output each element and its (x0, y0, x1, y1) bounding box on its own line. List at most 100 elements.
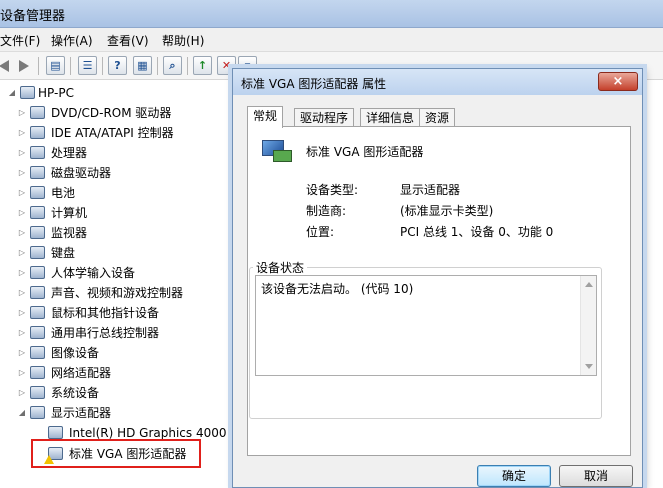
update-driver-button[interactable]: ↑ (193, 56, 212, 75)
menu-view[interactable]: 查看(V) (107, 32, 149, 49)
expand-icon[interactable]: ▷ (16, 123, 28, 143)
network-adapter-icon (30, 366, 45, 379)
processor-icon (30, 146, 45, 159)
tree-item-label: 电池 (51, 186, 76, 200)
disk-drive-icon (30, 166, 45, 179)
tree-item-label: IDE ATA/ATAPI 控制器 (51, 126, 174, 140)
tab-general[interactable]: 常规 (247, 106, 284, 128)
graphics-card (273, 150, 292, 162)
expand-icon[interactable]: ▷ (16, 343, 28, 363)
expand-icon[interactable]: ▷ (16, 203, 28, 223)
highlight-box (31, 439, 201, 468)
dvd-drive-icon (30, 106, 45, 119)
window-title: 设备管理器 (0, 9, 66, 24)
scan-hardware-icon: ⌕ (169, 59, 176, 72)
expand-icon[interactable]: ▷ (16, 283, 28, 303)
expand-icon[interactable]: ▷ (16, 303, 28, 323)
expand-icon[interactable]: ▷ (16, 103, 28, 123)
tree-item-label: 鼠标和其他指针设备 (51, 306, 160, 320)
device-status-caption: 设备状态 (253, 259, 308, 276)
tab-details[interactable]: 详细信息 (360, 108, 421, 127)
tree-item-label: 图像设备 (51, 346, 100, 360)
console-tree-icon: ▤ (50, 59, 61, 72)
display-adapter-icon (48, 426, 63, 439)
view-icon: ▦ (137, 59, 148, 72)
help-button[interactable]: ? (108, 56, 127, 75)
tree-item-label: 人体学输入设备 (51, 266, 136, 280)
menu-bar: 文件(F) 操作(A) 查看(V) 帮助(H) (0, 28, 663, 52)
scan-hardware-button[interactable]: ⌕ (163, 56, 182, 75)
location-value: PCI 总线 1、设备 0、功能 0 (400, 225, 554, 239)
toolbar-separator (70, 57, 71, 75)
tab-driver[interactable]: 驱动程序 (294, 108, 355, 127)
expand-icon[interactable]: ▷ (16, 263, 28, 283)
tree-item-label: 系统设备 (51, 386, 100, 400)
view-button[interactable]: ▦ (133, 56, 152, 75)
back-button[interactable] (0, 56, 15, 75)
collapse-icon[interactable]: ◢ (16, 403, 28, 423)
battery-icon (30, 186, 45, 199)
tree-item-label: 计算机 (51, 206, 88, 220)
device-type-label: 设备类型: (306, 183, 359, 197)
tree-item-label: 声音、视频和游戏控制器 (51, 286, 184, 300)
dialog-title: 标准 VGA 图形适配器 属性 (241, 77, 387, 91)
manufacturer-value: (标准显示卡类型) (400, 204, 494, 218)
hid-icon (30, 266, 45, 279)
tab-resources[interactable]: 资源 (419, 108, 456, 127)
collapse-icon[interactable]: ◢ (6, 83, 18, 103)
device-status-text: 该设备无法启动。 (代码 10) (261, 282, 414, 296)
toolbar-separator (157, 57, 158, 75)
tree-item-label: DVD/CD-ROM 驱动器 (51, 106, 172, 120)
ide-controller-icon (30, 126, 45, 139)
manufacturer-label: 制造商: (306, 204, 347, 218)
tree-item-label: 键盘 (51, 246, 76, 260)
menu-action[interactable]: 操作(A) (51, 32, 93, 49)
properties-dialog: 标准 VGA 图形适配器 属性 × 常规 驱动程序 详细信息 资源 标准 VGA… (232, 68, 643, 488)
expand-icon[interactable]: ▷ (16, 143, 28, 163)
ok-button[interactable]: 确定 (477, 465, 551, 487)
mouse-icon (30, 306, 45, 319)
computer-icon (20, 86, 35, 99)
tree-root-label: HP-PC (38, 86, 74, 100)
expand-icon[interactable]: ▷ (16, 323, 28, 343)
cancel-button[interactable]: 取消 (559, 465, 633, 487)
scroll-up-icon[interactable] (585, 282, 593, 287)
expand-icon[interactable]: ▷ (16, 163, 28, 183)
tree-item-label: 通用串行总线控制器 (51, 326, 160, 340)
show-hide-tree-button[interactable]: ▤ (46, 56, 65, 75)
device-status-textbox[interactable]: 该设备无法启动。 (代码 10) (255, 275, 597, 376)
expand-icon[interactable]: ▷ (16, 223, 28, 243)
menu-help[interactable]: 帮助(H) (162, 32, 204, 49)
device-type-value: 显示适配器 (400, 183, 461, 197)
tree-item-label: 监视器 (51, 226, 88, 240)
scroll-down-icon[interactable] (585, 364, 593, 369)
help-icon: ? (114, 59, 121, 72)
status-scrollbar[interactable] (580, 276, 596, 375)
update-driver-icon: ↑ (197, 59, 208, 72)
display-adapter-icon (262, 140, 292, 166)
sound-icon (30, 286, 45, 299)
dialog-title-bar[interactable]: 标准 VGA 图形适配器 属性 × (233, 69, 642, 95)
expand-icon[interactable]: ▷ (16, 383, 28, 403)
computer-icon (30, 206, 45, 219)
main-title-bar: 设备管理器 (0, 0, 663, 28)
properties-button[interactable]: ☰ (78, 56, 97, 75)
usb-icon (30, 326, 45, 339)
camera-icon (30, 346, 45, 359)
menu-file[interactable]: 文件(F) (0, 32, 40, 49)
device-name: 标准 VGA 图形适配器 (306, 145, 424, 159)
keyboard-icon (30, 246, 45, 259)
expand-icon[interactable]: ▷ (16, 363, 28, 383)
expand-icon[interactable]: ▷ (16, 243, 28, 263)
expand-icon[interactable]: ▷ (16, 183, 28, 203)
close-button[interactable]: × (598, 72, 638, 91)
tree-item-label: 网络适配器 (51, 366, 112, 380)
tree-item-label: 磁盘驱动器 (51, 166, 112, 180)
forward-button[interactable] (14, 56, 33, 75)
toolbar-separator (38, 57, 39, 75)
monitor-icon (30, 226, 45, 239)
system-device-icon (30, 386, 45, 399)
properties-icon: ☰ (82, 59, 93, 72)
toolbar-separator (102, 57, 103, 75)
tree-item-label: 显示适配器 (51, 406, 112, 420)
